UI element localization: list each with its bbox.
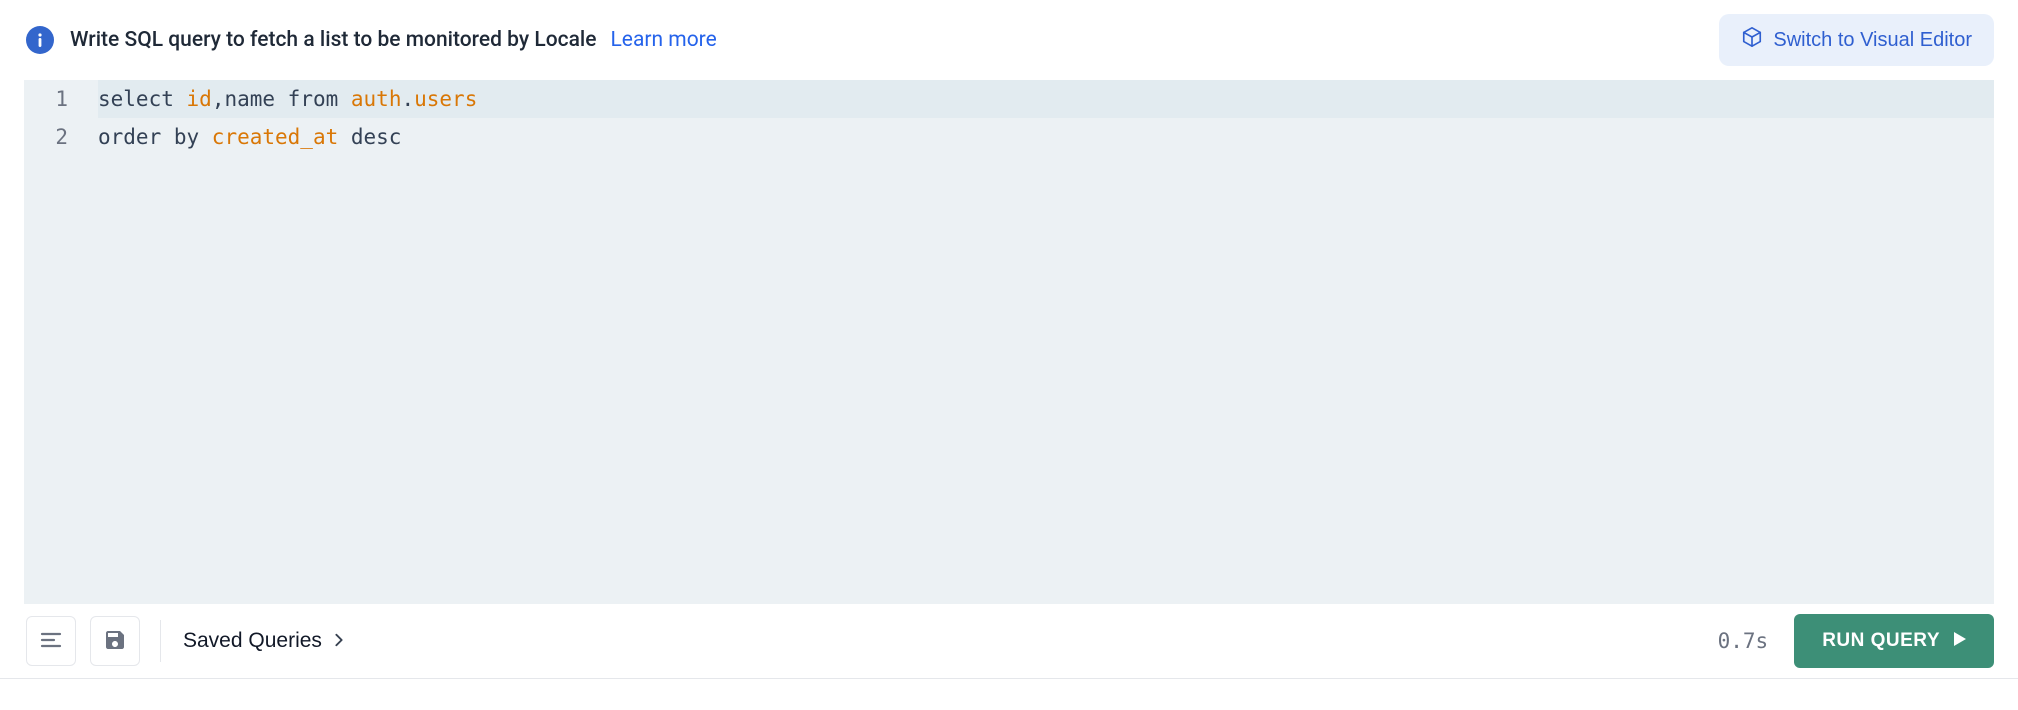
line-code[interactable]: select id,name from auth.users — [98, 80, 477, 118]
cube-icon — [1741, 26, 1763, 54]
header-text-wrap: Write SQL query to fetch a list to be mo… — [70, 28, 717, 52]
run-query-button[interactable]: RUN QUERY — [1794, 614, 1994, 668]
header-bar: Write SQL query to fetch a list to be mo… — [0, 0, 2018, 80]
chevron-right-icon — [332, 629, 346, 653]
divider — [160, 620, 161, 662]
format-button[interactable] — [26, 616, 76, 666]
saved-queries-label: Saved Queries — [183, 629, 322, 653]
header-info-text: Write SQL query to fetch a list to be mo… — [70, 28, 597, 52]
learn-more-link[interactable]: Learn more — [611, 28, 717, 52]
footer-left: Saved Queries — [26, 616, 346, 666]
align-left-icon — [39, 628, 63, 655]
editor-line[interactable]: 1select id,name from auth.users — [24, 80, 1994, 118]
line-code[interactable]: order by created_at desc — [98, 118, 401, 156]
sql-editor[interactable]: 1select id,name from auth.users2order by… — [24, 80, 1994, 604]
editor-line[interactable]: 2order by created_at desc — [24, 118, 1994, 156]
line-number: 1 — [24, 80, 98, 118]
footer-bar: Saved Queries 0.7s RUN QUERY — [0, 604, 2018, 679]
save-icon — [103, 628, 127, 655]
header-left: Write SQL query to fetch a list to be mo… — [26, 26, 717, 54]
footer-right: 0.7s RUN QUERY — [1718, 614, 1994, 668]
info-icon — [26, 26, 54, 54]
save-button[interactable] — [90, 616, 140, 666]
run-query-label: RUN QUERY — [1822, 630, 1940, 652]
query-timer: 0.7s — [1718, 629, 1769, 653]
saved-queries-button[interactable]: Saved Queries — [183, 629, 346, 653]
switch-visual-editor-button[interactable]: Switch to Visual Editor — [1719, 14, 1994, 66]
line-number: 2 — [24, 118, 98, 156]
switch-visual-editor-label: Switch to Visual Editor — [1773, 29, 1972, 52]
play-icon — [1954, 630, 1966, 652]
